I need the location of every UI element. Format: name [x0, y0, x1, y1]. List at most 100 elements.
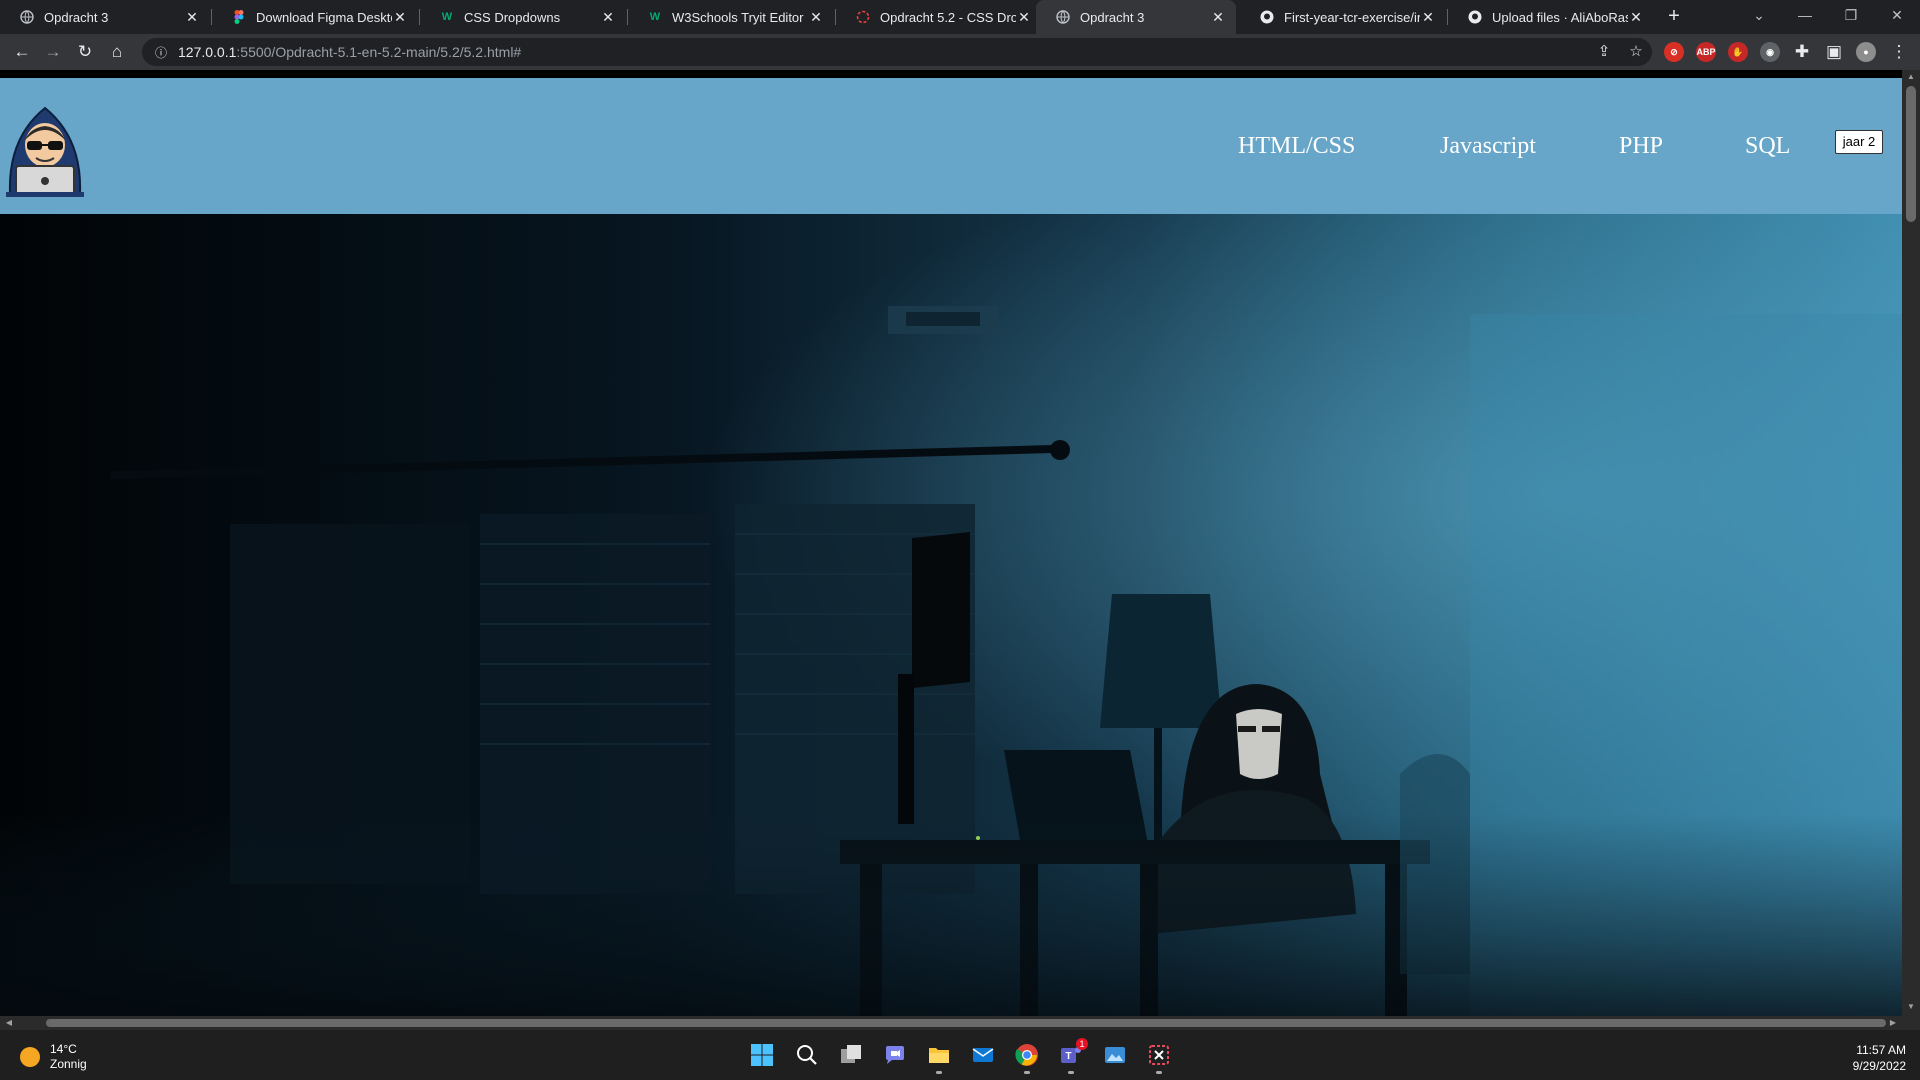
globe-icon	[1056, 10, 1070, 24]
hacker-logo[interactable]	[0, 98, 90, 198]
scroll-up-arrow-icon[interactable]: ▲	[1902, 72, 1920, 81]
tab-title: Download Figma Desktop	[256, 9, 392, 25]
profile-avatar-icon[interactable]: ●	[1856, 42, 1876, 62]
vertical-scrollbar[interactable]: ▲ ▼	[1902, 70, 1920, 1016]
new-tab-button[interactable]: +	[1662, 4, 1686, 28]
weather-temp: 14°C	[50, 1042, 77, 1056]
close-tab-icon[interactable]: ✕	[392, 9, 408, 26]
forward-icon[interactable]: →	[41, 40, 65, 64]
adblock-hand-icon[interactable]: ✋	[1728, 42, 1748, 62]
tab-title: Opdracht 3	[1080, 9, 1145, 25]
figma-icon	[232, 10, 246, 24]
svg-text:T: T	[1065, 1051, 1071, 1062]
horizontal-scrollbar[interactable]: ◀ ▶	[0, 1016, 1902, 1030]
file-explorer-icon[interactable]	[924, 1040, 954, 1074]
tab-title: Opdracht 5.2 - CSS Dropd	[880, 9, 1016, 25]
block-extension-icon[interactable]: ⊘	[1664, 42, 1684, 62]
nav-item-php[interactable]: PHP	[1619, 78, 1663, 214]
home-icon[interactable]: ⌂	[105, 40, 129, 64]
nav-link-javascript[interactable]: Javascript	[1440, 133, 1536, 160]
page-viewport: HTML/CSS Javascript PHP SQL jaar 2	[0, 70, 1902, 1016]
close-tab-icon[interactable]: ✕	[1016, 9, 1032, 26]
notification-badge: 1	[1076, 1038, 1088, 1050]
loading-icon	[856, 10, 870, 24]
scroll-left-arrow-icon[interactable]: ◀	[0, 1018, 18, 1027]
photos-icon[interactable]	[1100, 1040, 1130, 1070]
teams-icon[interactable]: T 1	[1056, 1038, 1088, 1074]
nav-item-html-css[interactable]: HTML/CSS	[1238, 78, 1355, 214]
scroll-right-arrow-icon[interactable]: ▶	[1884, 1018, 1902, 1027]
share-icon[interactable]: ⇪	[1592, 38, 1616, 66]
side-panel-icon[interactable]: ▣	[1822, 40, 1846, 64]
close-window-icon[interactable]: ✕	[1874, 0, 1920, 34]
scrollbar-corner	[1902, 1016, 1920, 1030]
github-icon	[1468, 10, 1482, 24]
browser-tab[interactable]: Opdracht 5.2 - CSS Dropd ✕	[836, 0, 1042, 34]
close-tab-icon[interactable]: ✕	[808, 9, 824, 26]
bookmark-star-icon[interactable]: ☆	[1624, 38, 1648, 66]
browser-tab[interactable]: W W3Schools Tryit Editor ✕	[628, 0, 834, 34]
tab-title: Upload files · AliAboRashe	[1492, 9, 1628, 25]
github-icon	[1260, 10, 1274, 24]
browser-tab[interactable]: Opdracht 3 ✕	[0, 0, 210, 34]
running-indicator	[1024, 1071, 1030, 1074]
nav-item-javascript[interactable]: Javascript	[1440, 78, 1536, 214]
sun-icon	[20, 1047, 40, 1067]
browser-tab[interactable]: W CSS Dropdowns ✕	[420, 0, 626, 34]
minimize-icon[interactable]: —	[1782, 0, 1828, 34]
close-tab-icon[interactable]: ✕	[1210, 9, 1226, 26]
browser-tab-active[interactable]: Opdracht 3 ✕	[1036, 0, 1236, 34]
system-clock[interactable]: 11:57 AM 9/29/2022	[1853, 1042, 1906, 1074]
vertical-scroll-thumb[interactable]	[1906, 86, 1916, 222]
close-tab-icon[interactable]: ✕	[1628, 9, 1644, 26]
nav-link-sql[interactable]: SQL	[1745, 133, 1790, 160]
tab-title: Opdracht 3	[44, 9, 109, 25]
hero-image	[0, 214, 1902, 1016]
running-indicator	[1068, 1071, 1074, 1074]
nav-link-html-css[interactable]: HTML/CSS	[1238, 133, 1355, 160]
address-path: :5500/Opdracht-5.1-en-5.2-main/5.2/5.2.h…	[236, 44, 522, 60]
back-icon[interactable]: ←	[10, 40, 34, 64]
restore-icon[interactable]: ❐	[1828, 0, 1874, 34]
reload-icon[interactable]: ↻	[73, 40, 97, 64]
chat-icon[interactable]	[880, 1040, 910, 1070]
close-tab-icon[interactable]: ✕	[184, 9, 200, 26]
snipping-tool-icon[interactable]	[1144, 1040, 1174, 1074]
browser-tab-strip: Opdracht 3 ✕ Download Figma Desktop ✕ W …	[0, 0, 1920, 34]
close-tab-icon[interactable]: ✕	[1420, 9, 1436, 26]
running-indicator	[936, 1071, 942, 1074]
w3schools-icon: W	[649, 11, 661, 23]
address-host: 127.0.0.1	[178, 44, 237, 60]
site-info-icon[interactable]: ⓘ	[152, 44, 170, 61]
extensions-puzzle-icon[interactable]: ✚	[1790, 40, 1814, 64]
address-bar[interactable]: ⓘ 127.0.0.1:5500/Opdracht-5.1-en-5.2-mai…	[142, 38, 1652, 66]
menu-kebab-icon[interactable]: ⋮	[1887, 40, 1911, 64]
horizontal-scroll-thumb[interactable]	[46, 1019, 1886, 1027]
page-top-border	[0, 70, 1902, 78]
screenshot-extension-icon[interactable]: ◉	[1760, 42, 1780, 62]
tab-title: CSS Dropdowns	[464, 9, 561, 25]
browser-tab[interactable]: Upload files · AliAboRashe ✕	[1448, 0, 1654, 34]
adblock-plus-icon[interactable]: ABP	[1696, 42, 1716, 62]
task-view-icon[interactable]	[836, 1040, 866, 1070]
windows-taskbar: 14°C Zonnig T 1 11:57 AM 9/29/2022	[0, 1030, 1920, 1080]
clock-time: 11:57 AM	[1856, 1043, 1906, 1057]
mail-icon[interactable]	[968, 1040, 998, 1070]
search-icon[interactable]	[792, 1040, 822, 1070]
browser-toolbar: ← → ↻ ⌂ ⓘ 127.0.0.1:5500/Opdracht-5.1-en…	[0, 34, 1920, 70]
chrome-icon[interactable]	[1012, 1040, 1042, 1074]
browser-tab[interactable]: Download Figma Desktop ✕	[212, 0, 418, 34]
close-tab-icon[interactable]: ✕	[600, 9, 616, 26]
clock-date: 9/29/2022	[1852, 1059, 1906, 1073]
globe-icon	[20, 10, 34, 24]
windows-start-icon[interactable]	[747, 1040, 777, 1070]
weather-condition: Zonnig	[50, 1057, 87, 1071]
nav-link-php[interactable]: PHP	[1619, 133, 1663, 160]
nav-item-sql[interactable]: SQL	[1745, 78, 1790, 214]
tab-search-icon[interactable]: ⌄	[1736, 0, 1782, 34]
browser-tab[interactable]: First-year-tcr-exercise/inde ✕	[1240, 0, 1446, 34]
weather-widget[interactable]: 14°C Zonnig	[20, 1042, 87, 1072]
scroll-down-arrow-icon[interactable]: ▼	[1902, 1002, 1920, 1011]
site-header: HTML/CSS Javascript PHP SQL jaar 2	[0, 78, 1902, 214]
year-dropdown-button[interactable]: jaar 2	[1835, 130, 1883, 154]
